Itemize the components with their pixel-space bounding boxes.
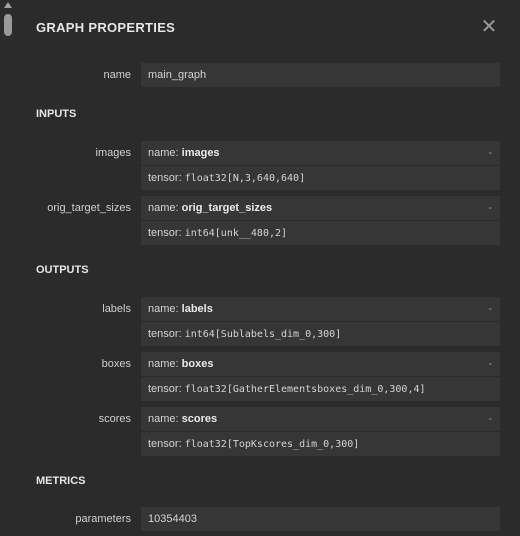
tensor-prefix: tensor: — [148, 227, 185, 239]
output-name-row: name: labels - — [141, 297, 500, 322]
graph-name-label: name — [103, 69, 131, 81]
input-card-orig-target-sizes[interactable]: name: orig_target_sizes - tensor: int64[… — [141, 196, 500, 245]
name-prefix: name: — [148, 147, 182, 159]
scrollbar[interactable] — [0, 0, 16, 536]
collapse-toggle-icon[interactable]: - — [488, 297, 492, 321]
output-name-row: name: boxes - — [141, 352, 500, 377]
input-tensor-row: tensor: int64[unk__480,2] — [141, 221, 500, 245]
name-prefix: name: — [148, 303, 182, 315]
output-tensor-row: tensor: float32[GatherElementsboxes_dim_… — [141, 377, 500, 401]
output-tensor-type: float32[TopKscores_dim_0,300] — [184, 439, 360, 450]
collapse-toggle-icon[interactable]: - — [488, 407, 492, 431]
input-label-images: images — [95, 147, 131, 159]
name-prefix: name: — [148, 202, 182, 214]
tensor-prefix: tensor: — [148, 172, 185, 184]
input-card-images[interactable]: name: images - tensor: float32[N,3,640,6… — [141, 141, 500, 190]
graph-name-value: main_graph — [148, 69, 207, 81]
input-name-row: name: orig_target_sizes - — [141, 196, 500, 221]
graph-properties-panel: GRAPH PROPERTIES ✕ name main_graph INPUT… — [0, 0, 520, 536]
output-card-scores[interactable]: name: scores - tensor: float32[TopKscore… — [141, 407, 500, 456]
output-tensor-row: tensor: int64[Sublabels_dim_0,300] — [141, 322, 500, 346]
parameters-label: parameters — [75, 513, 131, 525]
scroll-up-arrow-icon[interactable] — [4, 2, 12, 8]
input-tensor-row: tensor: float32[N,3,640,640] — [141, 166, 500, 190]
panel-title: GRAPH PROPERTIES — [36, 20, 176, 35]
collapse-toggle-icon[interactable]: - — [488, 196, 492, 220]
output-name: scores — [181, 413, 218, 425]
collapse-toggle-icon[interactable]: - — [488, 352, 492, 376]
tensor-prefix: tensor: — [148, 438, 185, 450]
name-prefix: name: — [148, 413, 182, 425]
collapse-toggle-icon[interactable]: - — [488, 141, 492, 165]
name-prefix: name: — [148, 358, 182, 370]
input-name: orig_target_sizes — [181, 202, 273, 214]
output-name: boxes — [181, 358, 214, 370]
output-tensor-row: tensor: float32[TopKscores_dim_0,300] — [141, 432, 500, 456]
output-name-row: name: scores - — [141, 407, 500, 432]
output-label-boxes: boxes — [101, 358, 131, 370]
metrics-section-title: METRICS — [36, 475, 86, 487]
parameters-field[interactable]: 10354403 — [141, 507, 500, 531]
scroll-thumb[interactable] — [4, 14, 12, 36]
output-label-labels: labels — [102, 303, 131, 315]
parameters-value: 10354403 — [148, 513, 197, 525]
output-tensor-type: float32[GatherElementsboxes_dim_0,300,4] — [184, 384, 426, 395]
input-tensor-type: float32[N,3,640,640] — [184, 173, 306, 184]
tensor-prefix: tensor: — [148, 328, 185, 340]
output-card-labels[interactable]: name: labels - tensor: int64[Sublabels_d… — [141, 297, 500, 346]
output-tensor-type: int64[Sublabels_dim_0,300] — [184, 329, 342, 340]
output-card-boxes[interactable]: name: boxes - tensor: float32[GatherElem… — [141, 352, 500, 401]
input-tensor-type: int64[unk__480,2] — [184, 228, 288, 239]
input-name: images — [181, 147, 220, 159]
tensor-prefix: tensor: — [148, 383, 185, 395]
input-name-row: name: images - — [141, 141, 500, 166]
output-label-scores: scores — [98, 413, 131, 425]
outputs-section-title: OUTPUTS — [36, 264, 89, 276]
output-name: labels — [181, 303, 213, 315]
close-icon[interactable]: ✕ — [480, 17, 498, 37]
input-label-orig-target-sizes: orig_target_sizes — [47, 202, 131, 214]
inputs-section-title: INPUTS — [36, 108, 77, 120]
graph-name-field[interactable]: main_graph — [141, 63, 500, 87]
